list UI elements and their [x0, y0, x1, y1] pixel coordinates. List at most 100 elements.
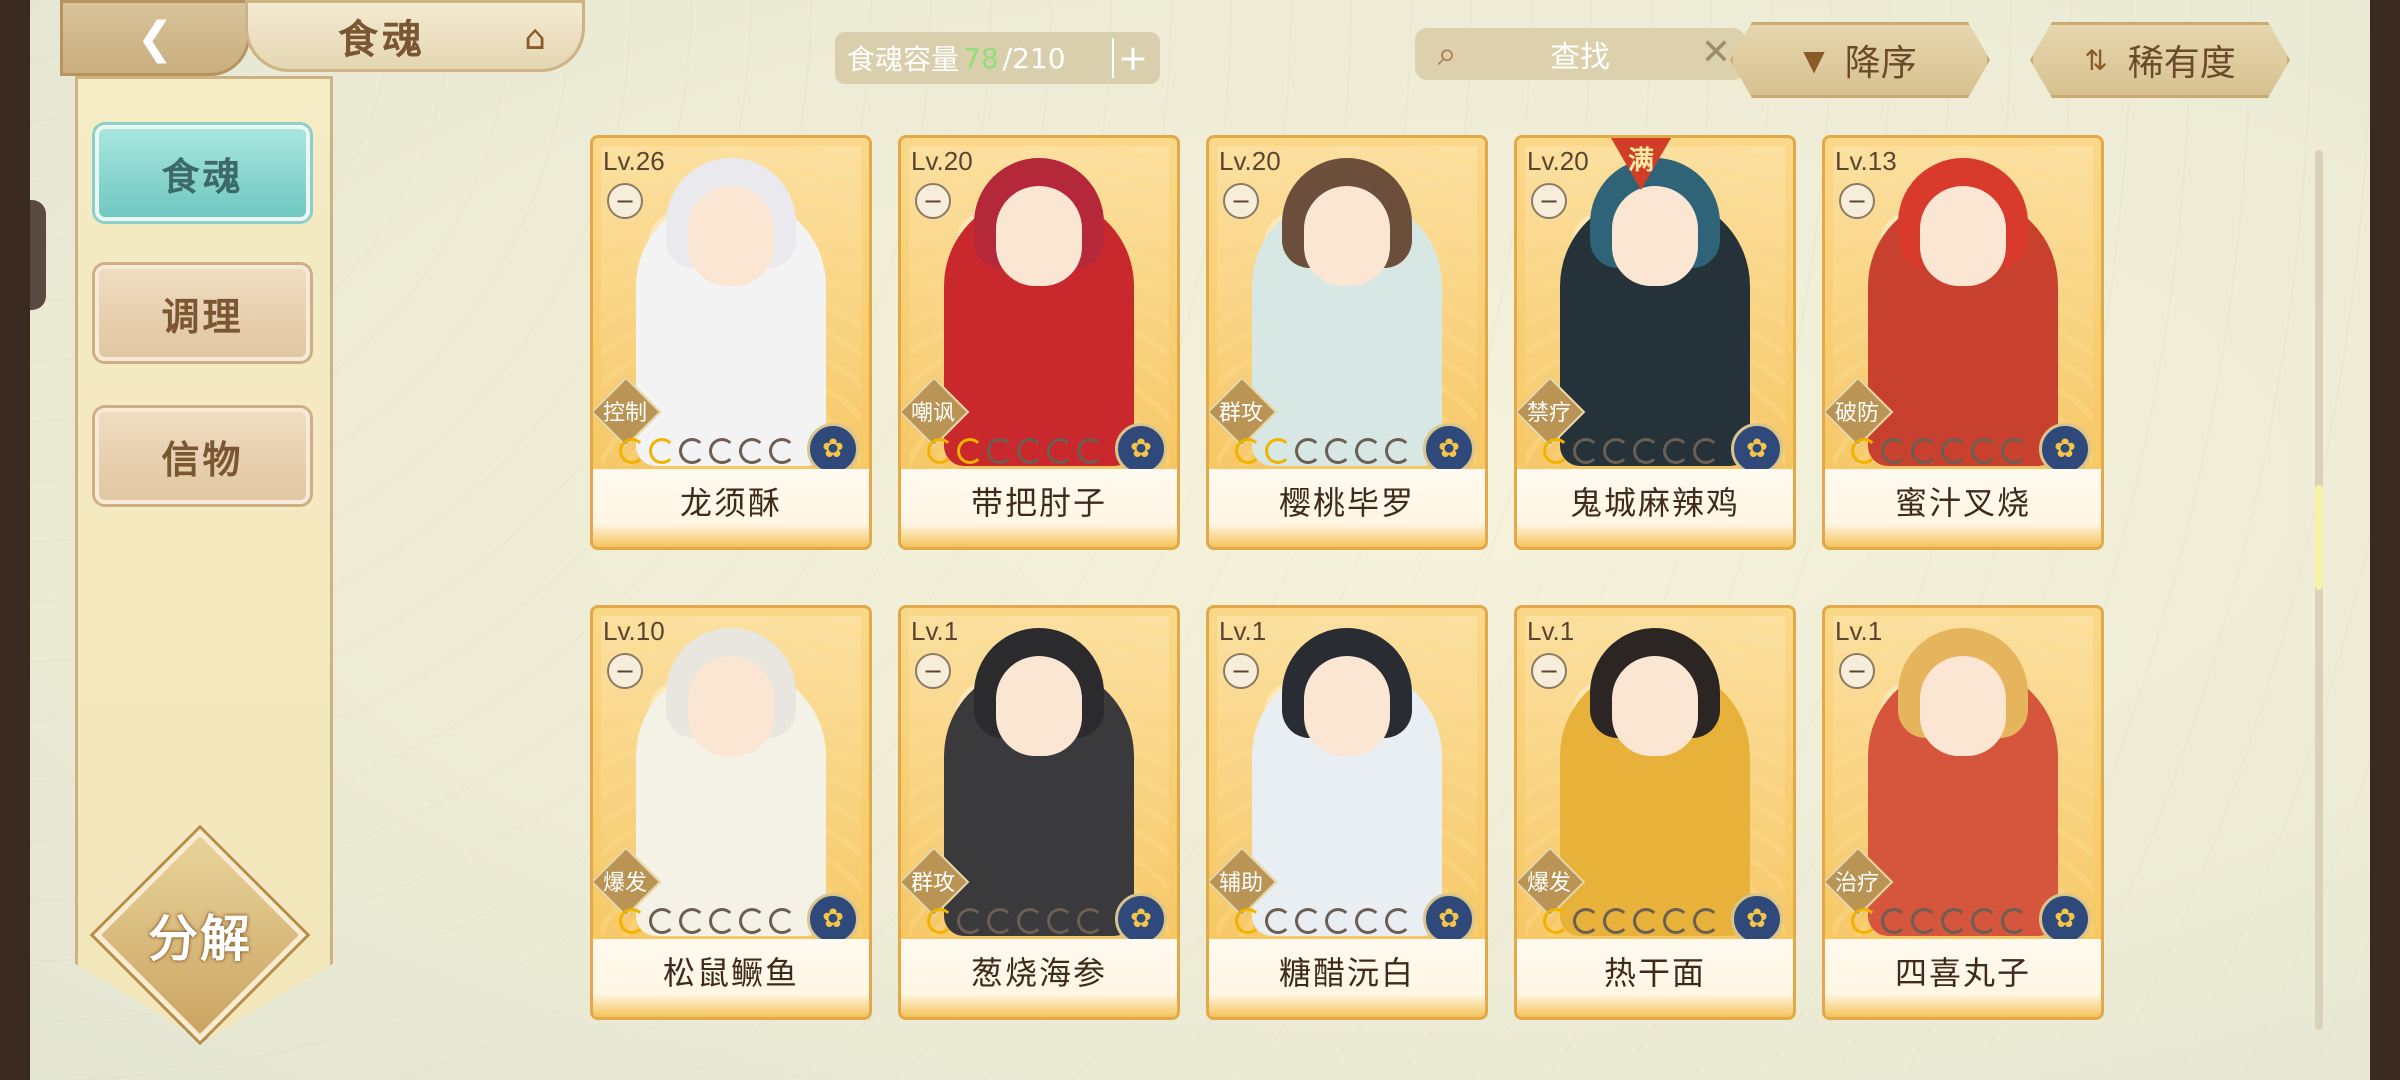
role-label: 破防	[1834, 401, 1879, 426]
role-badge: 群攻	[901, 853, 965, 909]
star-icon	[1295, 908, 1321, 934]
title-plate: 食魂 ⌂	[245, 0, 585, 72]
star-icon	[1573, 908, 1599, 934]
star-icon	[2001, 438, 2027, 464]
expand-capacity-button[interactable]: +	[1112, 37, 1152, 79]
star-icon	[1325, 908, 1351, 934]
character-face	[996, 186, 1082, 286]
star-icon	[769, 438, 795, 464]
flower-rarity-icon: ✿	[807, 423, 859, 475]
food-soul-card[interactable]: Lv.10 − 爆发 ✿ 松鼠鳜鱼	[590, 605, 872, 1020]
star-icon	[1077, 908, 1103, 934]
tab-label: 食魂	[161, 154, 244, 199]
tab-food-souls[interactable]: 食魂	[95, 125, 310, 221]
star-icon	[709, 438, 735, 464]
minus-icon[interactable]: −	[915, 653, 951, 689]
character-name: 四喜丸子	[1894, 954, 2031, 992]
role-label: 群攻	[910, 871, 955, 896]
star-icon	[1077, 438, 1103, 464]
role-badge: 治疗	[1825, 853, 1889, 909]
star-icon	[1385, 438, 1411, 464]
character-name: 龙须酥	[679, 484, 782, 522]
flower-rarity-icon: ✿	[1731, 423, 1783, 475]
star-icon	[957, 438, 983, 464]
food-soul-card[interactable]: Lv.13 − 破防 ✿ 蜜汁叉烧	[1822, 135, 2104, 550]
minus-icon[interactable]: −	[1531, 653, 1567, 689]
search-input[interactable]: ⌕ 查找 ✕	[1415, 28, 1745, 80]
star-icon	[1663, 438, 1689, 464]
scrollbar-thumb[interactable]	[2315, 485, 2323, 590]
minus-icon[interactable]: −	[1223, 183, 1259, 219]
star-icon	[709, 908, 735, 934]
sort-order-button[interactable]: ▼ 降序	[1730, 22, 1990, 98]
star-icon	[619, 908, 645, 934]
character-face	[688, 656, 774, 756]
food-soul-card[interactable]: Lv.1 − 治疗 ✿ 四喜丸子	[1822, 605, 2104, 1020]
name-plate: 樱桃毕罗	[1209, 469, 1485, 547]
star-icon	[1265, 438, 1291, 464]
role-label: 嘲讽	[910, 401, 955, 426]
search-placeholder: 查找	[1550, 40, 1610, 75]
star-icon	[1573, 438, 1599, 464]
minus-icon[interactable]: −	[1839, 183, 1875, 219]
star-rating	[619, 908, 795, 934]
star-icon	[1881, 438, 1907, 464]
minus-icon[interactable]: −	[1531, 183, 1567, 219]
star-icon	[1543, 908, 1569, 934]
character-face	[1920, 186, 2006, 286]
name-plate: 松鼠鳜鱼	[593, 939, 869, 1017]
triangle-down-icon: ▼	[1803, 43, 1825, 77]
name-plate: 热干面	[1517, 939, 1793, 1017]
food-soul-card[interactable]: Lv.20 − 嘲讽 ✿ 带把肘子	[898, 135, 1180, 550]
food-soul-card[interactable]: Lv.20 − 群攻 ✿ 樱桃毕罗	[1206, 135, 1488, 550]
star-rating	[927, 908, 1103, 934]
star-icon	[1971, 438, 1997, 464]
star-icon	[1235, 908, 1261, 934]
character-face	[1612, 186, 1698, 286]
role-badge: 辅助	[1209, 853, 1273, 909]
close-icon[interactable]: ✕	[1701, 32, 1731, 73]
tab-tokens[interactable]: 信物	[95, 408, 310, 504]
flower-rarity-icon: ✿	[1423, 423, 1475, 475]
food-soul-card[interactable]: Lv.26 − 控制 ✿ 龙须酥	[590, 135, 872, 550]
star-icon	[1971, 908, 1997, 934]
level-label: Lv.1	[911, 616, 959, 646]
star-icon	[1047, 908, 1073, 934]
back-button[interactable]: ❮	[60, 0, 250, 76]
food-soul-card[interactable]: Lv.1 − 爆发 ✿ 热干面	[1514, 605, 1796, 1020]
star-icon	[957, 908, 983, 934]
star-icon	[1663, 908, 1689, 934]
role-badge: 爆发	[1517, 853, 1581, 909]
tab-cooking[interactable]: 调理	[95, 265, 310, 361]
minus-icon[interactable]: −	[607, 183, 643, 219]
star-icon	[649, 438, 675, 464]
plus-icon: +	[1117, 37, 1149, 79]
home-icon[interactable]: ⌂	[510, 15, 560, 61]
minus-icon[interactable]: −	[1223, 653, 1259, 689]
star-icon	[1633, 908, 1659, 934]
tab-label: 调理	[161, 294, 244, 339]
food-soul-card[interactable]: Lv.1 − 辅助 ✿ 糖醋沅白	[1206, 605, 1488, 1020]
scrollbar-track[interactable]	[2315, 150, 2323, 1030]
sort-field-button[interactable]: ⇅ 稀有度	[2030, 22, 2290, 98]
minus-icon[interactable]: −	[915, 183, 951, 219]
role-label: 群攻	[1218, 401, 1263, 426]
star-icon	[987, 438, 1013, 464]
food-soul-card[interactable]: Lv.20 − 满 禁疗 ✿ 鬼城麻辣鸡	[1514, 135, 1796, 550]
role-label: 禁疗	[1526, 401, 1571, 426]
star-icon	[1355, 438, 1381, 464]
level-label: Lv.10	[603, 616, 665, 646]
star-icon	[1693, 908, 1719, 934]
star-icon	[927, 908, 953, 934]
star-icon	[1941, 908, 1967, 934]
dismantle-label[interactable]: 分解	[115, 900, 285, 970]
character-name: 松鼠鳜鱼	[662, 954, 799, 992]
name-plate: 糖醋沅白	[1209, 939, 1485, 1017]
star-icon	[2001, 908, 2027, 934]
minus-icon[interactable]: −	[607, 653, 643, 689]
name-plate: 带把肘子	[901, 469, 1177, 547]
star-rating	[1851, 438, 2027, 464]
food-soul-card[interactable]: Lv.1 − 群攻 ✿ 葱烧海参	[898, 605, 1180, 1020]
minus-icon[interactable]: −	[1839, 653, 1875, 689]
capacity-total: /210	[1002, 41, 1066, 75]
